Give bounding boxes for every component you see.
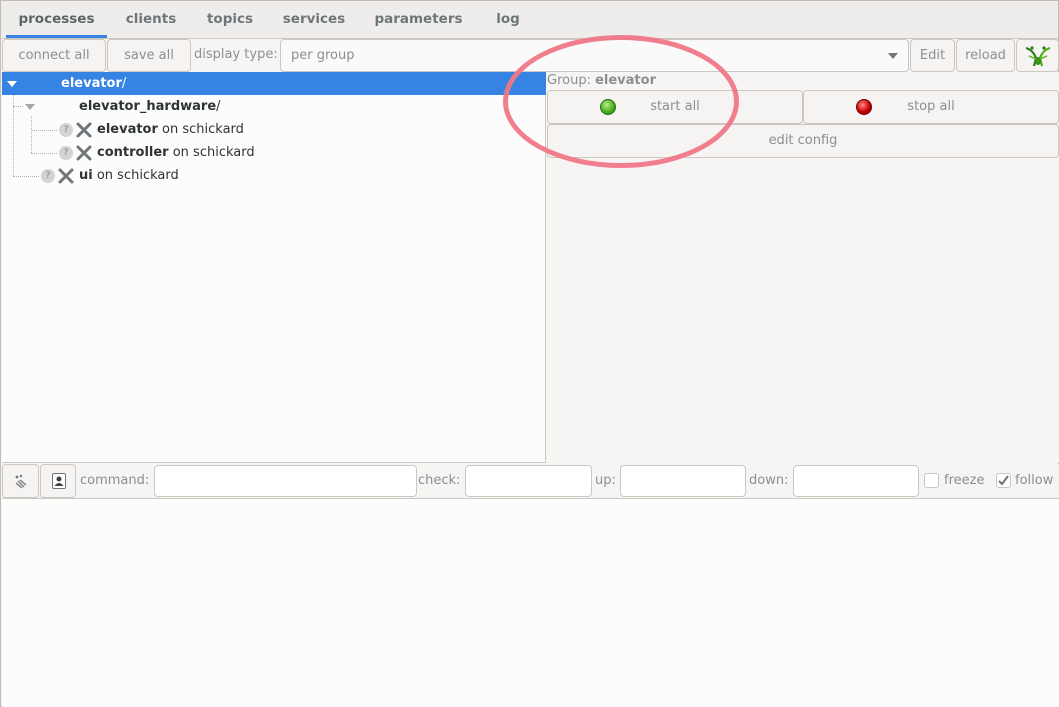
group-heading: Group: elevator (547, 73, 656, 88)
follow-label: follow (1015, 473, 1054, 488)
tab-topics[interactable]: topics (200, 1, 260, 38)
app-window: processes clients topics services parame… (0, 0, 1059, 707)
green-status-icon (600, 99, 616, 115)
logo-button[interactable] (1016, 39, 1059, 72)
connect-all-button[interactable]: connect all (2, 39, 106, 72)
expand-triangle-icon[interactable] (7, 81, 17, 87)
check-input[interactable] (465, 465, 592, 497)
tab-processes[interactable]: processes (6, 1, 107, 38)
tab-bar: processes clients topics services parame… (1, 1, 1058, 39)
clear-log-button[interactable] (2, 464, 39, 498)
save-all-button[interactable]: save all (107, 39, 191, 72)
stop-all-label: stop all (907, 99, 955, 114)
process-host: on schickard (168, 145, 255, 160)
unknown-status-icon: ? (41, 169, 55, 183)
tree-row-group-elevator[interactable]: elevator/ (2, 72, 546, 95)
tab-log[interactable]: log (488, 1, 528, 38)
process-name: elevator (97, 122, 158, 137)
display-type-value: per group (291, 48, 355, 63)
group-name: elevator_hardware (79, 99, 217, 114)
command-bar: command: check: up: down: freeze follow (2, 464, 1059, 498)
tab-parameters[interactable]: parameters (368, 1, 469, 38)
stopped-x-icon (76, 145, 92, 161)
chevron-down-icon (888, 53, 898, 59)
group-name: elevator (61, 76, 122, 91)
process-name: controller (97, 145, 169, 160)
user-icon (52, 473, 66, 489)
group-label: Group: (547, 73, 596, 88)
freeze-label: freeze (944, 473, 985, 488)
expand-triangle-icon[interactable] (25, 104, 35, 110)
checkmark-icon (998, 475, 1009, 486)
down-input[interactable] (793, 465, 919, 497)
command-input[interactable] (154, 465, 417, 497)
tree-row-process-ui[interactable]: ? ui on schickard (2, 164, 546, 187)
edit-config-button[interactable]: edit config (547, 124, 1059, 158)
tab-services[interactable]: services (277, 1, 351, 38)
group-panel: Group: elevator start all stop all edit … (547, 72, 1059, 463)
stopped-x-icon (58, 168, 74, 184)
broom-icon (15, 474, 27, 489)
unknown-status-icon: ? (59, 123, 73, 137)
unknown-status-icon: ? (59, 146, 73, 160)
reload-button[interactable]: reload (956, 39, 1015, 72)
edit-button[interactable]: Edit (910, 39, 955, 72)
tree-row-group-elevator-hardware[interactable]: elevator_hardware/ (2, 95, 546, 118)
group-heading-name: elevator (595, 73, 656, 88)
follow-checkbox[interactable] (996, 473, 1011, 488)
mantis-logo-icon (1025, 46, 1051, 67)
display-type-select[interactable]: per group (280, 39, 909, 72)
start-all-label: start all (650, 99, 700, 114)
user-button[interactable] (40, 464, 76, 498)
display-type-label: display type: (194, 47, 278, 62)
tab-clients[interactable]: clients (119, 1, 183, 38)
log-output[interactable] (2, 498, 1059, 707)
command-label: command: (80, 473, 150, 488)
stop-all-button[interactable]: stop all (803, 90, 1059, 124)
process-tree[interactable]: elevator/ elevator_hardware/ ? elevator … (2, 72, 546, 463)
tree-row-process-controller[interactable]: ? controller on schickard (2, 141, 546, 164)
up-label: up: (595, 473, 616, 488)
process-host: on schickard (92, 168, 179, 183)
red-status-icon (856, 99, 872, 115)
stopped-x-icon (76, 122, 92, 138)
tree-row-process-elevator[interactable]: ? elevator on schickard (2, 118, 546, 141)
down-label: down: (749, 473, 789, 488)
process-name: ui (79, 168, 93, 183)
group-suffix: / (216, 99, 221, 114)
group-suffix: / (121, 76, 127, 91)
check-label: check: (418, 473, 461, 488)
up-input[interactable] (620, 465, 746, 497)
process-host: on schickard (157, 122, 244, 137)
start-all-button[interactable]: start all (547, 90, 803, 124)
freeze-checkbox[interactable] (924, 473, 939, 488)
